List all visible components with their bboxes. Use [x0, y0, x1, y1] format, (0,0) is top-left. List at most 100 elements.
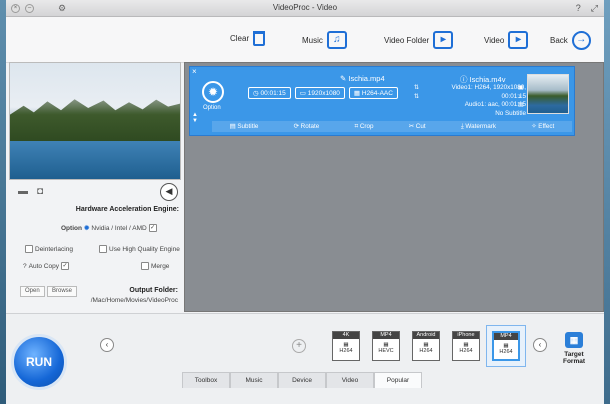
camera-icon[interactable]: ◘ — [37, 186, 43, 197]
tool-rotate[interactable]: ⟳ Rotate — [294, 123, 320, 130]
browse-button[interactable]: Browse — [47, 286, 78, 297]
merge-row: Merge — [141, 262, 169, 270]
film-icon: ▦ — [353, 90, 362, 97]
preset-mp4-h264-bottom: H264 — [499, 349, 513, 355]
clear-label: Clear — [230, 34, 250, 43]
auto-copy-label: Auto Copy — [28, 262, 59, 270]
vendor-label: Nvidia / Intel / AMD — [91, 224, 147, 232]
hardware-panel: Hardware Acceleration Engine: — [9, 206, 181, 213]
crop-label: Crop — [359, 122, 374, 130]
source-video-line: Video1: H264, 1920x1080, 00:01:15 — [451, 84, 526, 100]
preset-iphone[interactable]: iPhone ▦ H264 — [452, 331, 480, 361]
preset-4k-bottom: H264 — [339, 348, 353, 354]
preset-mp4-hevc[interactable]: MP4 ▦ HEVC — [372, 331, 400, 361]
preset-android[interactable]: Android ▦ H264 — [412, 331, 440, 361]
preset-mp4-h264[interactable]: MP4 ▦ H264 — [492, 331, 520, 361]
bottom-panel: RUN ‹ + 4K ▦ H264 MP4 ▦ HEVC Android ▦ H… — [6, 313, 604, 404]
high-quality-checkbox[interactable] — [99, 245, 107, 253]
open-button[interactable]: Open — [20, 286, 45, 297]
video-add-icon: ▸ — [508, 31, 529, 49]
high-quality-label: Use High Quality Engine — [109, 245, 180, 253]
source-audio-line: Audio1: aac, 00:01:15 — [464, 101, 526, 108]
preset-iphone-bottom: H264 — [459, 348, 473, 354]
hardware-option-button[interactable]: Option ✹ — [61, 224, 90, 233]
hardware-option-label: Option — [61, 224, 82, 232]
source-arrows: ⇅ ⇅ — [414, 85, 420, 100]
tool-cut[interactable]: ✂ Cut — [409, 123, 426, 130]
add-preset-button[interactable]: + — [292, 339, 306, 353]
tool-crop[interactable]: ⌗ Crop — [355, 123, 374, 131]
tab-video[interactable]: Video — [326, 372, 374, 388]
help-button[interactable]: ? — [576, 3, 581, 14]
codec-text: H264-AAC — [361, 90, 393, 97]
target-format[interactable]: ▦ Target Format — [554, 332, 594, 365]
preset-mp4-hevc-top: MP4 — [373, 332, 399, 339]
screen-icon: ▭ — [299, 90, 308, 97]
reorder-arrows-icon[interactable]: ▲ ▼ — [192, 112, 198, 124]
main-toolbar: Clear Music ♫ Video Folder ▸ Video ▸ Bac… — [6, 17, 604, 63]
file-item[interactable]: × ▲ ▼ ✹ Option ✎ Ischia.mp4 ◷ 00:01:15 ▭ … — [189, 66, 575, 136]
resolution-box: ▭ 1920x1080 — [294, 87, 345, 99]
play-button[interactable]: ◀ — [160, 183, 178, 201]
app-window: × – ⚙ VideoProc - Video ? ⤢ Clear Music … — [6, 0, 604, 404]
auto-copy-row: ? Auto Copy ✓ — [23, 262, 69, 270]
preset-4k[interactable]: 4K ▦ H264 — [332, 331, 360, 361]
source-track-icons: ▣ ♪ ▤ — [518, 85, 524, 108]
window-controls-right: ? ⤢ — [576, 3, 598, 14]
tab-toolbox[interactable]: Toolbox — [182, 372, 230, 388]
effect-label: Effect — [538, 123, 555, 130]
add-video-button[interactable]: Video ▸ — [484, 31, 529, 49]
video-folder-label: Video Folder — [384, 35, 430, 45]
tool-subtitle[interactable]: ▤ Subtitle — [230, 123, 259, 130]
deinterlacing-row: Deinterlacing — [25, 245, 73, 253]
high-quality-row: Use High Quality Engine — [99, 245, 180, 253]
preview-sea — [10, 141, 180, 179]
back-arrow-icon: → — [571, 31, 591, 50]
folder-icon[interactable]: ▬ — [18, 186, 28, 197]
duration-box: ◷ 00:01:15 — [248, 87, 291, 99]
add-music-button[interactable]: Music ♫ — [302, 31, 347, 49]
clear-button[interactable]: Clear — [230, 31, 266, 46]
tool-watermark[interactable]: ⤓ Watermark — [461, 123, 496, 131]
add-video-folder-button[interactable]: Video Folder ▸ — [384, 31, 454, 49]
tab-music[interactable]: Music — [230, 372, 278, 388]
preview-trees — [10, 99, 180, 141]
tab-device[interactable]: Device — [278, 372, 326, 388]
duration-text: 00:01:15 — [260, 90, 286, 97]
deinterlacing-checkbox[interactable] — [25, 245, 33, 253]
presets-next-arrow-icon[interactable]: ‹ — [533, 338, 547, 352]
output-filename[interactable]: ✎ Ischia.mp4 — [340, 74, 385, 83]
presets-prev-arrow-icon[interactable]: ‹ — [100, 338, 114, 352]
source-details: Video1: H264, 1920x1080, 00:01:15 Audio1… — [426, 84, 526, 118]
preset-4k-top: 4K — [333, 332, 359, 339]
target-format-icon: ▦ — [565, 332, 583, 348]
tab-popular[interactable]: Popular — [374, 372, 422, 388]
back-button[interactable]: Back → — [550, 31, 591, 50]
cut-label: Cut — [415, 123, 426, 130]
codec-option-gear-icon[interactable]: ✹ — [202, 81, 224, 103]
trash-icon — [253, 31, 266, 46]
auto-copy-checkbox[interactable]: ✓ — [60, 262, 69, 270]
hardware-title: Hardware Acceleration Engine: — [75, 206, 179, 213]
deinterlacing-label: Deinterlacing — [35, 245, 73, 253]
preset-mp4-h264-top: MP4 — [494, 333, 518, 340]
source-filename-text: Ischia.m4v — [469, 75, 506, 84]
codec-option-label[interactable]: Option — [203, 105, 221, 111]
subtitle-label: Subtitle — [237, 123, 259, 130]
run-button[interactable]: RUN — [11, 334, 67, 390]
maximize-button[interactable]: ⤢ — [591, 3, 598, 14]
file-list: × ▲ ▼ ✹ Option ✎ Ischia.mp4 ◷ 00:01:15 ▭ … — [184, 62, 604, 312]
info-icon: ⓘ — [460, 75, 470, 84]
vendor-checkbox[interactable]: ✓ — [148, 224, 157, 232]
gear-icon: ✹ — [83, 225, 90, 232]
output-path[interactable]: /Mac/Home/Movies/VideoProc — [9, 297, 181, 304]
help-icon[interactable]: ? — [23, 263, 27, 270]
output-info: ◷ 00:01:15 ▭ 1920x1080 ▦ H264-AAC — [248, 87, 398, 99]
rotate-icon: ⟳ — [293, 123, 301, 130]
resolution-text: 1920x1080 — [307, 90, 340, 97]
merge-label: Merge — [151, 262, 170, 270]
merge-checkbox[interactable] — [141, 262, 149, 270]
remove-item-icon[interactable]: × — [192, 67, 197, 76]
source-subtitle-line: No Subtitle — [495, 109, 526, 117]
tool-effect[interactable]: ✧ Effect — [531, 123, 554, 130]
